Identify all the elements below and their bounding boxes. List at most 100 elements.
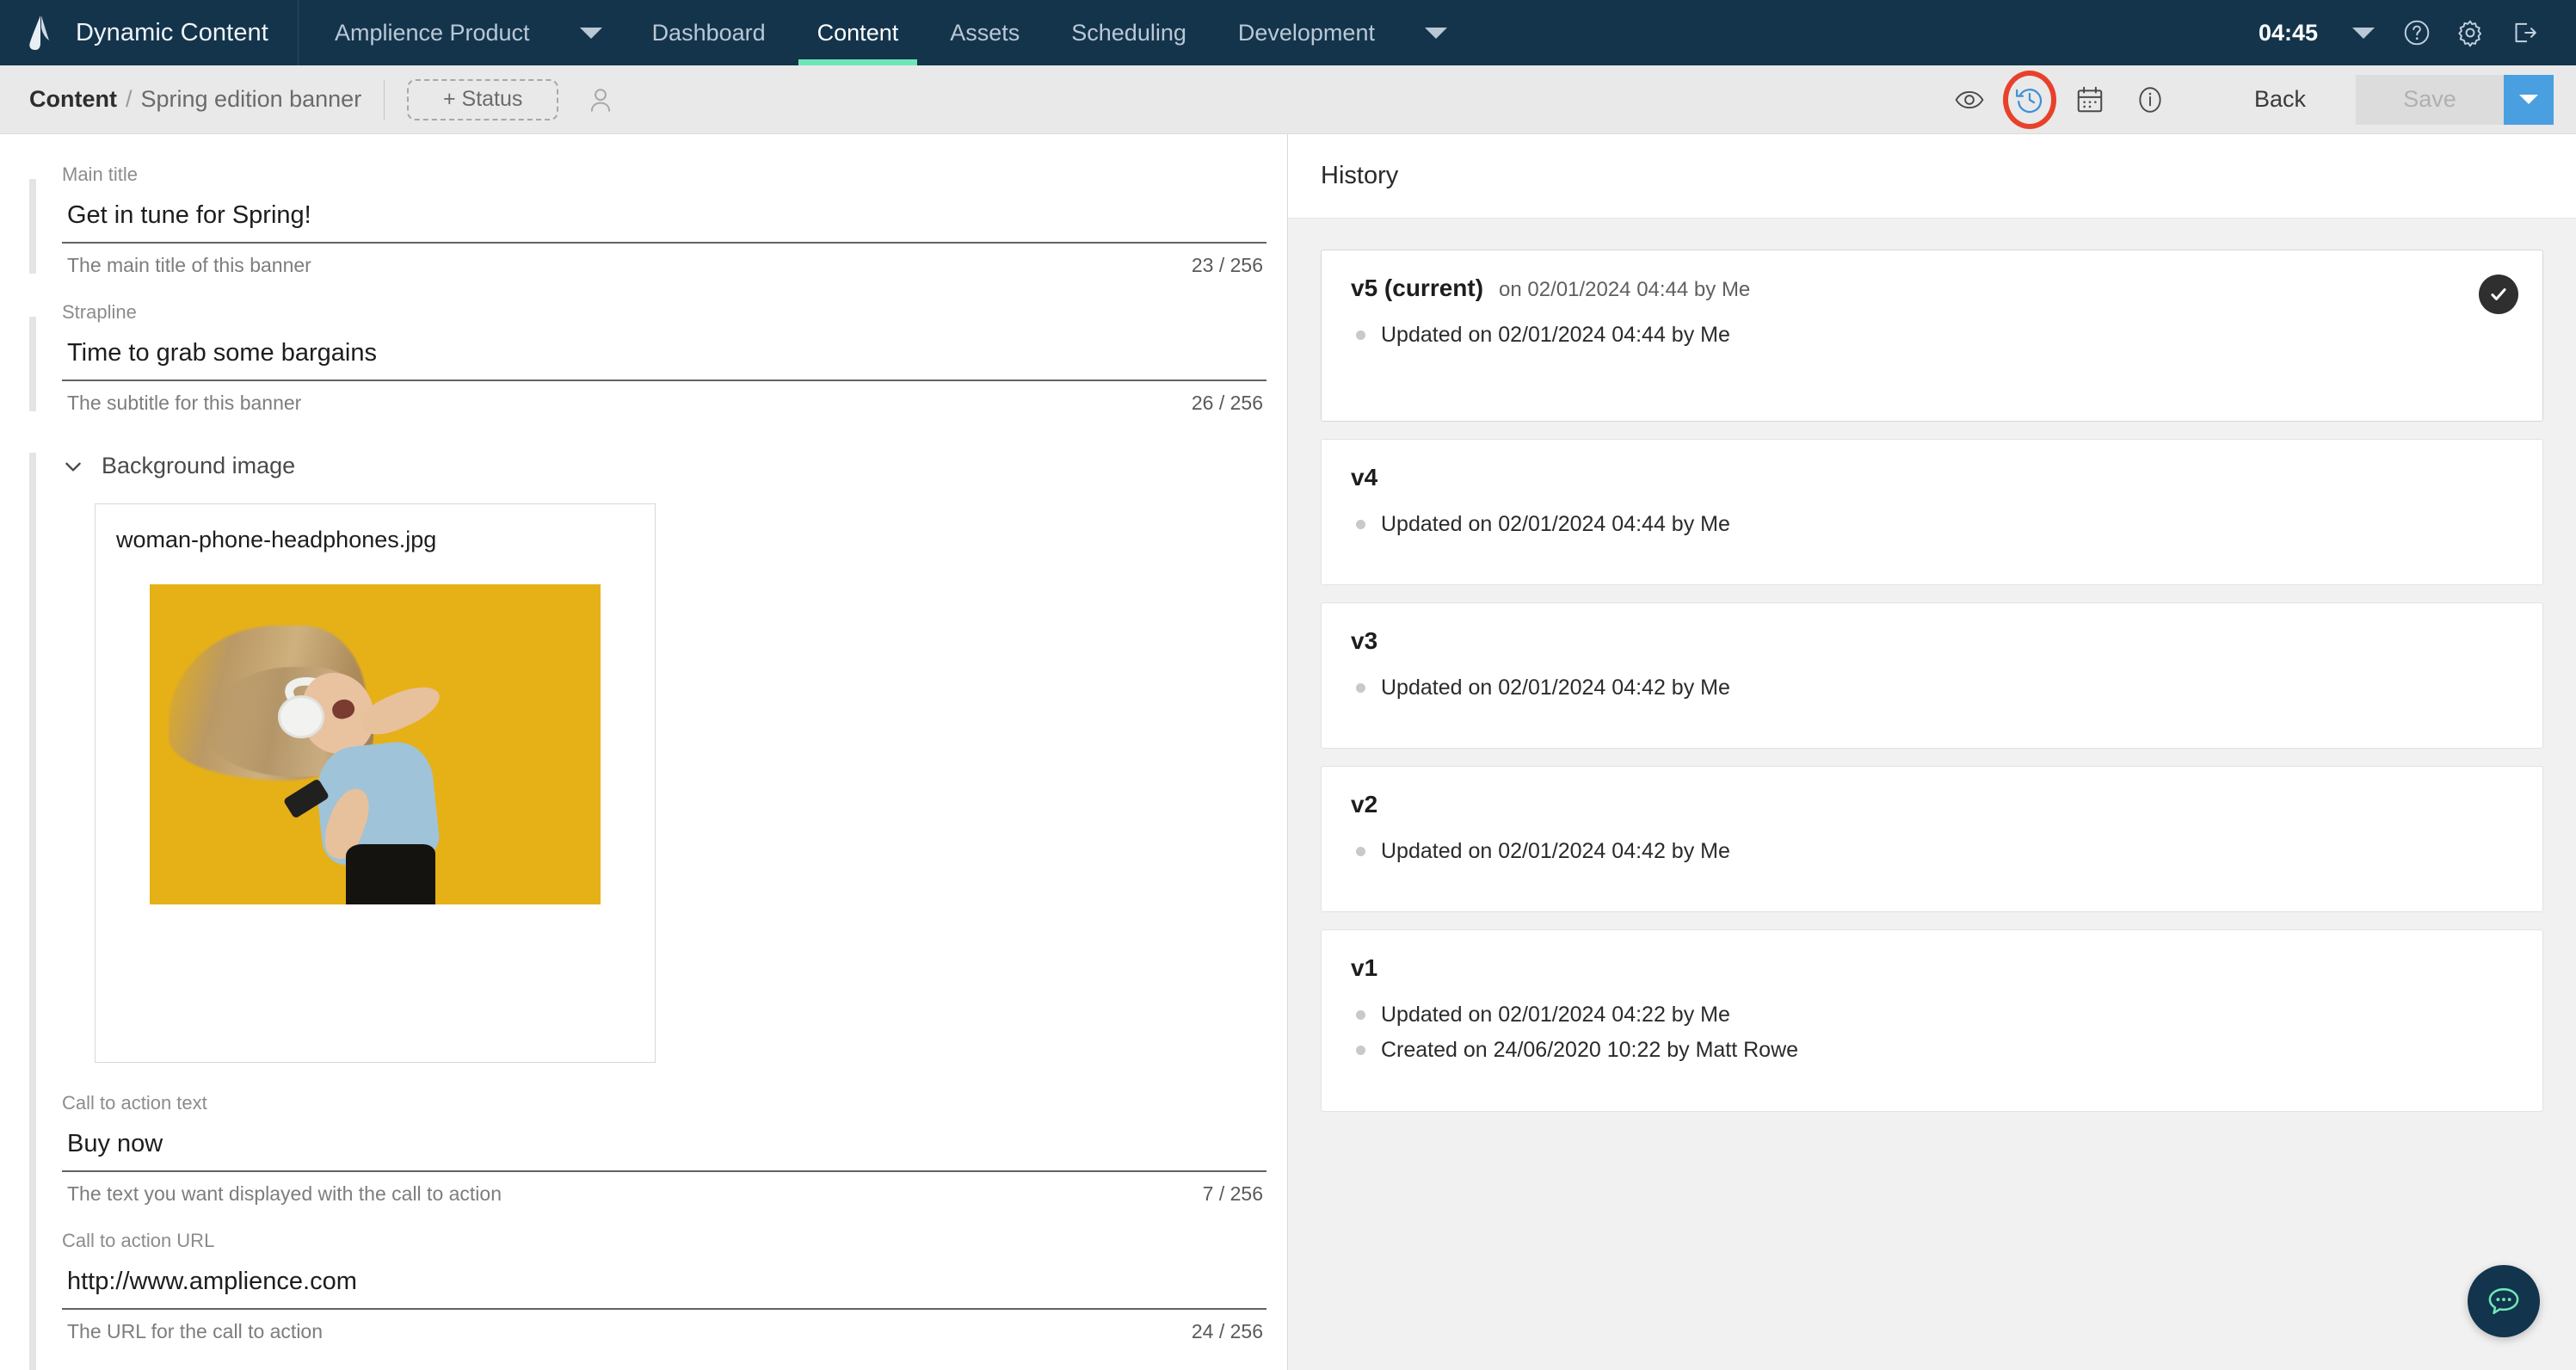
history-entry-text: Updated on 02/01/2024 04:42 by Me	[1381, 676, 1730, 700]
history-version-label: v1	[1351, 954, 1378, 981]
asset-thumbnail[interactable]	[150, 584, 601, 904]
account-selector[interactable]: Amplience Product	[299, 0, 556, 65]
history-entry-text: Created on 24/06/2020 10:22 by Matt Rowe	[1381, 1038, 1799, 1062]
primary-nav: Amplience Product Dashboard Content Asse…	[299, 0, 1471, 65]
field-label: Call to action text	[62, 1092, 207, 1114]
chat-bubble-icon[interactable]	[2468, 1265, 2540, 1337]
history-entry: Created on 24/06/2020 10:22 by Matt Rowe	[1351, 1033, 2513, 1068]
content-form-pane: Main title Get in tune for Spring! The m…	[0, 134, 1288, 1370]
content-toolbar: Content / Spring edition banner + Status	[0, 65, 2576, 134]
amplience-logo-icon	[22, 14, 57, 52]
add-status-button[interactable]: + Status	[407, 78, 559, 120]
cta-url-input[interactable]: http://www.amplience.com	[62, 1262, 1266, 1310]
field-char-count: 26 / 256	[1191, 392, 1263, 414]
field-label: Strapline	[62, 301, 137, 323]
history-version-label: v3	[1351, 627, 1378, 654]
development-caret-icon[interactable]	[1401, 0, 1471, 65]
history-entry: Updated on 02/01/2024 04:22 by Me	[1351, 997, 2513, 1033]
breadcrumb-root[interactable]: Content	[29, 86, 117, 113]
nav-item-scheduling[interactable]: Scheduling	[1045, 0, 1212, 65]
field-char-count: 7 / 256	[1202, 1182, 1263, 1205]
back-button[interactable]: Back	[2225, 86, 2335, 113]
history-version-meta: on 02/01/2024 04:44 by Me	[1499, 278, 1751, 301]
field-label: Call to action URL	[62, 1230, 215, 1251]
history-bullet-icon	[1356, 683, 1365, 693]
logout-icon[interactable]	[2497, 0, 2550, 65]
field-help-text: The text you want displayed with the cal…	[67, 1182, 502, 1205]
history-card-v3[interactable]: v3 Updated on 02/01/2024 04:42 by Me	[1321, 602, 2543, 749]
nav-item-dashboard[interactable]: Dashboard	[626, 0, 792, 65]
help-circle-icon[interactable]	[2390, 0, 2444, 65]
history-card-header: v5 (current) on 02/01/2024 04:44 by Me	[1351, 275, 2513, 302]
toolbar-divider	[384, 79, 385, 120]
top-navigation-bar: Dynamic Content Amplience Product Dashbo…	[0, 0, 2576, 65]
gear-icon[interactable]	[2444, 0, 2497, 65]
brand-title: Dynamic Content	[76, 18, 268, 46]
account-caret-icon[interactable]	[556, 0, 626, 65]
history-bullet-icon	[1356, 847, 1365, 856]
background-image-header[interactable]: Background image	[62, 453, 1253, 479]
brand-area[interactable]: Dynamic Content	[0, 0, 299, 65]
field-strapline: Strapline Time to grab some bargains The…	[29, 301, 1266, 415]
save-button-group: Save	[2356, 74, 2554, 125]
field-help-text: The main title of this banner	[67, 254, 311, 276]
history-card-v4[interactable]: v4 Updated on 02/01/2024 04:44 by Me	[1321, 439, 2543, 585]
history-card-v2[interactable]: v2 Updated on 02/01/2024 04:42 by Me	[1321, 766, 2543, 912]
history-header: History	[1288, 134, 2576, 219]
history-card-header: v3	[1351, 627, 2513, 655]
background-image-section: Background image woman-phone-headphones.…	[29, 453, 1253, 1370]
history-entry-text: Updated on 02/01/2024 04:44 by Me	[1381, 323, 1730, 347]
nav-item-content[interactable]: Content	[792, 0, 925, 65]
info-icon[interactable]	[2120, 70, 2180, 130]
history-card-header: v1	[1351, 954, 2513, 982]
cta-text-input[interactable]: Buy now	[62, 1125, 1266, 1172]
save-button[interactable]: Save	[2356, 74, 2504, 125]
field-footer: The main title of this banner 23 / 256	[62, 244, 1266, 277]
history-bullet-icon	[1356, 330, 1365, 340]
field-cta-text: Call to action text Buy now The text you…	[29, 1092, 1266, 1206]
toolbar-actions: Back Save	[1939, 70, 2554, 130]
thumbnail-headphone-cup	[280, 698, 322, 736]
background-image-card[interactable]: woman-phone-headphones.jpg	[95, 503, 656, 1063]
field-char-count: 23 / 256	[1191, 254, 1263, 276]
history-entry: Updated on 02/01/2024 04:42 by Me	[1351, 670, 2513, 706]
field-help-text: The URL for the call to action	[67, 1320, 324, 1342]
history-entry: Updated on 02/01/2024 04:42 by Me	[1351, 834, 2513, 869]
chevron-down-icon[interactable]	[62, 455, 84, 478]
background-image-title: Background image	[102, 453, 296, 478]
history-entry-text: Updated on 02/01/2024 04:22 by Me	[1381, 1003, 1730, 1027]
nav-item-assets[interactable]: Assets	[924, 0, 1045, 65]
history-version-list: v5 (current) on 02/01/2024 04:44 by Me U…	[1288, 219, 2576, 1370]
history-version-label: v5 (current)	[1351, 275, 1484, 301]
history-card-header: v2	[1351, 791, 2513, 818]
asset-filename: woman-phone-headphones.jpg	[116, 527, 437, 552]
history-title: History	[1321, 162, 1399, 189]
user-avatar-icon[interactable]	[586, 85, 615, 114]
history-icon[interactable]	[2000, 70, 2060, 130]
field-footer: The subtitle for this banner 26 / 256	[62, 381, 1266, 415]
field-label: Main title	[62, 164, 139, 185]
field-cta-url: Call to action URL http://www.amplience.…	[29, 1230, 1266, 1343]
clock-caret-icon[interactable]	[2337, 0, 2390, 65]
field-footer: The URL for the call to action 24 / 256	[62, 1310, 1266, 1343]
history-card-v1[interactable]: v1 Updated on 02/01/2024 04:22 by Me Cre…	[1321, 929, 2543, 1112]
history-bullet-icon	[1356, 1010, 1365, 1020]
nav-item-development[interactable]: Development	[1212, 0, 1401, 65]
field-help-text: The subtitle for this banner	[67, 392, 302, 414]
field-footer: The text you want displayed with the cal…	[62, 1172, 1266, 1206]
history-card-v5[interactable]: v5 (current) on 02/01/2024 04:44 by Me U…	[1321, 250, 2543, 422]
field-main-title: Main title Get in tune for Spring! The m…	[29, 164, 1266, 277]
field-char-count: 24 / 256	[1191, 1320, 1263, 1342]
eye-icon[interactable]	[1939, 70, 2000, 130]
check-circle-icon	[2479, 275, 2518, 314]
history-pane: History v5 (current) on 02/01/2024 04:44…	[1288, 134, 2576, 1370]
history-entry-text: Updated on 02/01/2024 04:42 by Me	[1381, 839, 1730, 863]
main-title-input[interactable]: Get in tune for Spring!	[62, 196, 1266, 244]
calendar-icon[interactable]	[2060, 70, 2120, 130]
breadcrumb-leaf: Spring edition banner	[140, 86, 362, 112]
strapline-input[interactable]: Time to grab some bargains	[62, 334, 1266, 381]
save-options-caret-icon[interactable]	[2504, 74, 2554, 125]
thumbnail-trousers	[346, 844, 435, 904]
history-card-header: v4	[1351, 464, 2513, 491]
history-bullet-icon	[1356, 1046, 1365, 1055]
